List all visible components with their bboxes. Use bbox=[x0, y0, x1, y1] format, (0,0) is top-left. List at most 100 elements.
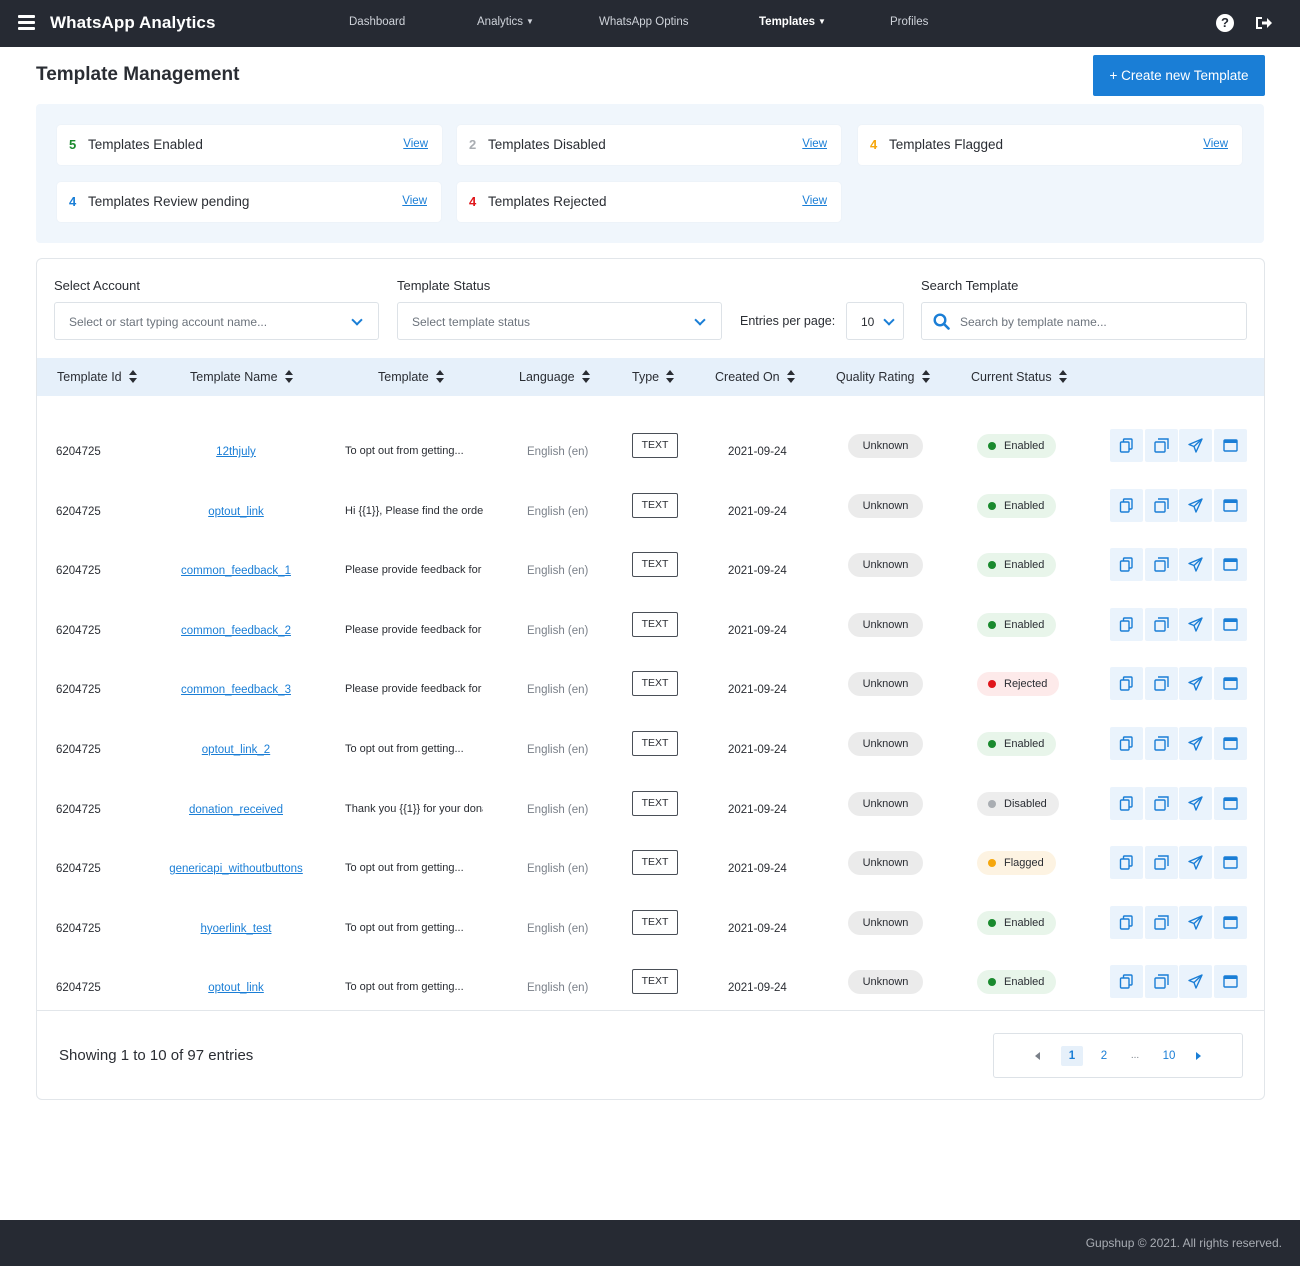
created-on-cell: 2021-09-24 bbox=[728, 863, 787, 876]
column-header-template[interactable]: Template bbox=[378, 370, 444, 384]
view-link[interactable]: View bbox=[1203, 138, 1228, 150]
window-button[interactable] bbox=[1213, 786, 1247, 820]
copy-button[interactable] bbox=[1110, 488, 1143, 522]
copy-button[interactable] bbox=[1110, 548, 1143, 582]
status-label: Enabled bbox=[1004, 499, 1045, 512]
question-circle-icon[interactable]: ? bbox=[1216, 14, 1234, 32]
column-header-current-status[interactable]: Current Status bbox=[971, 370, 1067, 384]
send-button[interactable] bbox=[1179, 667, 1212, 701]
search-input[interactable] bbox=[960, 312, 1240, 332]
view-link[interactable]: View bbox=[802, 138, 827, 150]
status-label: Flagged bbox=[1004, 857, 1044, 870]
duplicate-button[interactable] bbox=[1144, 607, 1178, 641]
stat-label: Templates Enabled bbox=[88, 137, 203, 152]
created-on-cell: 2021-09-24 bbox=[728, 922, 787, 935]
template-name-link[interactable]: 12thjuly bbox=[147, 446, 325, 458]
send-button[interactable] bbox=[1179, 786, 1212, 820]
nav-whatsapp-optins[interactable]: WhatsApp Optins bbox=[599, 16, 688, 28]
nav-templates[interactable]: Templates ▼ bbox=[759, 16, 826, 28]
copy-button[interactable] bbox=[1110, 786, 1143, 820]
column-label: Template Id bbox=[57, 370, 122, 384]
page-1[interactable]: 1 bbox=[1061, 1046, 1083, 1066]
stat-label: Templates Rejected bbox=[488, 194, 607, 209]
duplicate-button[interactable] bbox=[1144, 429, 1178, 462]
nav-profiles[interactable]: Profiles bbox=[890, 16, 928, 28]
column-header-template-id[interactable]: Template Id bbox=[57, 370, 137, 384]
column-header-language[interactable]: Language bbox=[519, 370, 590, 384]
template-name-link[interactable]: hyoerlink_test bbox=[147, 923, 325, 935]
window-button[interactable] bbox=[1213, 965, 1247, 999]
window-button[interactable] bbox=[1213, 488, 1247, 522]
copy-button[interactable] bbox=[1110, 667, 1143, 701]
template-name-link[interactable]: common_feedback_2 bbox=[147, 625, 325, 637]
nav-dashboard[interactable]: Dashboard bbox=[349, 16, 405, 28]
column-header-type[interactable]: Type bbox=[632, 370, 675, 384]
column-label: Type bbox=[632, 370, 660, 384]
duplicate-button[interactable] bbox=[1144, 488, 1178, 522]
template-preview-cell: To opt out from getting... bbox=[345, 921, 464, 934]
window-button[interactable] bbox=[1213, 429, 1247, 462]
template-name-link[interactable]: genericapi_withoutbuttons bbox=[147, 863, 325, 875]
copy-button[interactable] bbox=[1110, 846, 1143, 880]
duplicate-button[interactable] bbox=[1144, 965, 1178, 999]
page-10[interactable]: 10 bbox=[1158, 1046, 1180, 1066]
window-button[interactable] bbox=[1213, 667, 1247, 701]
sort-icon bbox=[284, 370, 293, 383]
account-select[interactable]: Select or start typing account name... bbox=[54, 302, 379, 340]
duplicate-button[interactable] bbox=[1144, 727, 1178, 760]
column-header-quality-rating[interactable]: Quality Rating bbox=[836, 370, 930, 384]
copy-button[interactable] bbox=[1110, 429, 1143, 462]
duplicate-button[interactable] bbox=[1144, 548, 1178, 582]
pagination: 1 2 ... 10 bbox=[993, 1033, 1243, 1078]
template-name-link[interactable]: common_feedback_3 bbox=[147, 684, 325, 696]
template-name-link[interactable]: donation_received bbox=[147, 804, 325, 816]
created-on-cell: 2021-09-24 bbox=[728, 684, 787, 697]
status-select[interactable]: Select template status bbox=[397, 302, 722, 340]
created-on-cell: 2021-09-24 bbox=[728, 982, 787, 995]
view-link[interactable]: View bbox=[802, 195, 827, 207]
send-button[interactable] bbox=[1179, 727, 1212, 760]
copy-button[interactable] bbox=[1110, 965, 1143, 999]
send-button[interactable] bbox=[1179, 607, 1212, 641]
view-link[interactable]: View bbox=[403, 138, 428, 150]
template-name-link[interactable]: optout_link bbox=[147, 506, 325, 518]
template-preview-cell: Thank you {{1}} for your donation bbox=[345, 802, 483, 815]
template-preview-cell: Please provide feedback for our bbox=[345, 683, 483, 696]
create-template-button[interactable]: + Create new Template bbox=[1093, 55, 1265, 96]
duplicate-button[interactable] bbox=[1144, 786, 1178, 820]
copy-button[interactable] bbox=[1110, 607, 1143, 641]
template-name-link[interactable]: optout_link_2 bbox=[147, 744, 325, 756]
send-button[interactable] bbox=[1179, 905, 1212, 939]
send-button[interactable] bbox=[1179, 548, 1212, 582]
duplicate-button[interactable] bbox=[1144, 667, 1178, 701]
window-button[interactable] bbox=[1213, 727, 1247, 760]
send-button[interactable] bbox=[1179, 429, 1212, 462]
column-header-created-on[interactable]: Created On bbox=[715, 370, 795, 384]
nav-analytics[interactable]: Analytics ▼ bbox=[477, 16, 534, 28]
entries-per-page-select[interactable]: 10 bbox=[846, 302, 904, 340]
send-button[interactable] bbox=[1179, 846, 1212, 880]
template-name-link[interactable]: common_feedback_1 bbox=[147, 565, 325, 577]
column-header-template-name[interactable]: Template Name bbox=[190, 370, 293, 384]
prev-page-icon[interactable] bbox=[1035, 1052, 1040, 1060]
next-page-icon[interactable] bbox=[1196, 1052, 1201, 1060]
window-button[interactable] bbox=[1213, 846, 1247, 880]
view-link[interactable]: View bbox=[402, 195, 427, 207]
template-name-link[interactable]: optout_link bbox=[147, 982, 325, 994]
copy-button[interactable] bbox=[1110, 905, 1143, 939]
hamburger-menu-icon[interactable] bbox=[18, 15, 35, 30]
window-button[interactable] bbox=[1213, 548, 1247, 582]
send-button[interactable] bbox=[1179, 488, 1212, 522]
status-dot-icon bbox=[988, 859, 996, 868]
created-on-cell: 2021-09-24 bbox=[728, 565, 787, 578]
column-label: Created On bbox=[715, 370, 780, 384]
duplicate-button[interactable] bbox=[1144, 846, 1178, 880]
type-badge: TEXT bbox=[632, 492, 678, 518]
duplicate-button[interactable] bbox=[1144, 905, 1178, 939]
window-button[interactable] bbox=[1213, 905, 1247, 939]
window-button[interactable] bbox=[1213, 607, 1247, 641]
page-2[interactable]: 2 bbox=[1097, 1046, 1111, 1066]
copy-button[interactable] bbox=[1110, 727, 1143, 760]
send-button[interactable] bbox=[1179, 965, 1212, 999]
sign-out-icon[interactable] bbox=[1254, 14, 1272, 32]
